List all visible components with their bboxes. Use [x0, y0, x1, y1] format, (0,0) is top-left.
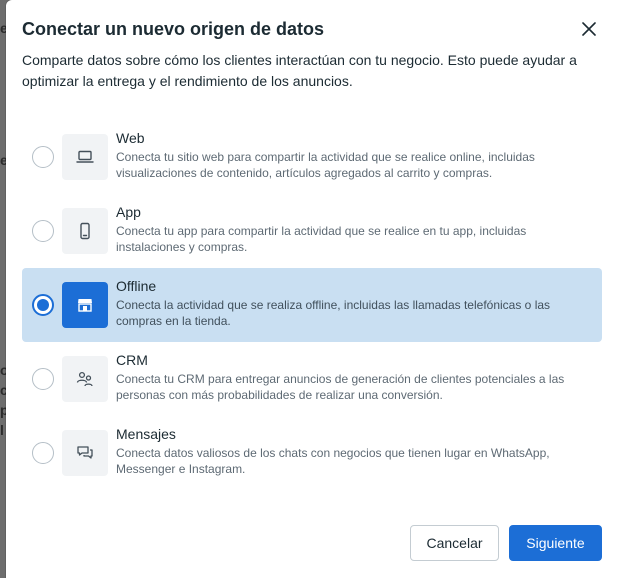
option-description: Conecta datos valiosos de los chats con … — [116, 446, 550, 476]
option-description: Conecta la actividad que se realiza offl… — [116, 298, 551, 328]
option-description: Conecta tu CRM para entregar anuncios de… — [116, 372, 565, 402]
icon-box-web — [62, 134, 108, 180]
data-source-options: Web Conecta tu sitio web para compartir … — [22, 120, 602, 490]
laptop-icon — [76, 150, 94, 163]
radio-crm[interactable] — [32, 368, 54, 390]
option-text-web: Web Conecta tu sitio web para compartir … — [116, 129, 592, 181]
option-offline[interactable]: Offline Conecta la actividad que se real… — [22, 268, 602, 342]
cancel-button[interactable]: Cancelar — [410, 525, 499, 561]
option-title: Web — [116, 130, 145, 146]
option-description: Conecta tu app para compartir la activid… — [116, 224, 527, 254]
option-text-offline: Offline Conecta la actividad que se real… — [116, 277, 592, 329]
underlying-text-fragment: l — [0, 422, 4, 438]
icon-box-offline — [62, 282, 108, 328]
option-app[interactable]: App Conecta tu app para compartir la act… — [22, 194, 602, 268]
icon-box-crm — [62, 356, 108, 402]
connect-data-source-dialog: Conectar un nuevo origen de datos Compar… — [6, 0, 617, 578]
option-text-crm: CRM Conecta tu CRM para entregar anuncio… — [116, 351, 592, 403]
option-web[interactable]: Web Conecta tu sitio web para compartir … — [22, 120, 602, 194]
option-title: Offline — [116, 278, 157, 294]
dialog-description: Comparte datos sobre cómo los clientes i… — [22, 52, 577, 89]
option-messages[interactable]: Mensajes Conecta datos valiosos de los c… — [22, 416, 602, 490]
option-title: CRM — [116, 352, 148, 368]
radio-offline[interactable] — [32, 294, 54, 316]
radio-app[interactable] — [32, 220, 54, 242]
option-description: Conecta tu sitio web para compartir la a… — [116, 150, 535, 180]
radio-web[interactable] — [32, 146, 54, 168]
phone-icon — [80, 222, 90, 240]
icon-box-app — [62, 208, 108, 254]
people-icon — [76, 371, 93, 387]
option-title: App — [116, 204, 141, 220]
next-button[interactable]: Siguiente — [509, 525, 602, 561]
dialog-footer: Cancelar Siguiente — [410, 525, 602, 561]
radio-messages[interactable] — [32, 442, 54, 464]
chat-icon — [77, 446, 93, 459]
option-crm[interactable]: CRM Conecta tu CRM para entregar anuncio… — [22, 342, 602, 416]
icon-box-messages — [62, 430, 108, 476]
option-text-messages: Mensajes Conecta datos valiosos de los c… — [116, 425, 592, 477]
option-text-app: App Conecta tu app para compartir la act… — [116, 203, 592, 255]
close-icon — [582, 22, 596, 36]
dialog-header: Conectar un nuevo origen de datos — [22, 16, 601, 42]
option-title: Mensajes — [116, 426, 176, 442]
store-icon — [78, 299, 92, 312]
dialog-title: Conectar un nuevo origen de datos — [22, 18, 325, 39]
close-button[interactable] — [577, 17, 601, 41]
